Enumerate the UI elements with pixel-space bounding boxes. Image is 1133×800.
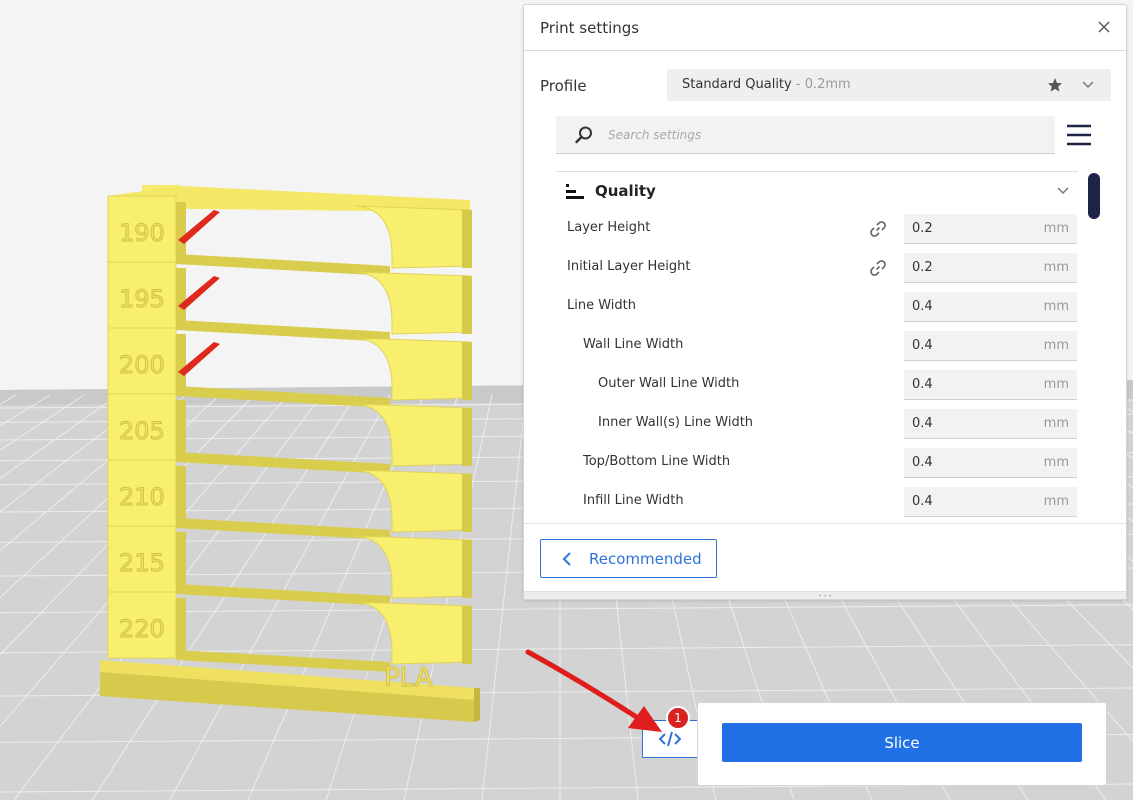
setting-unit: mm [1043,416,1069,431]
category-title: Quality [595,182,656,200]
setting-unit: mm [1043,455,1069,470]
star-icon[interactable] [1047,77,1063,93]
setting-value: 0.4 [912,299,933,314]
layers-icon [566,184,584,199]
setting-label: Initial Layer Height [567,259,691,274]
setting-value-field[interactable]: 0.2 mm [904,214,1077,244]
temperature-label: 205 [119,417,165,445]
settings-list[interactable]: Quality Layer Height 0.2 mm Initial Layer H… [556,171,1078,521]
temperature-label: 210 [119,483,165,511]
hamburger-menu-icon[interactable] [1066,123,1092,147]
link-icon[interactable] [868,219,888,239]
temperature-label: 220 [119,615,165,643]
setting-row: Outer Wall Line Width 0.4 mm [556,366,1078,405]
setting-unit: mm [1043,221,1069,236]
profile-name-text: Standard Quality [682,77,792,92]
setting-value: 0.2 [912,221,933,236]
tower-right-block [354,271,471,335]
setting-value-field[interactable]: 0.4 mm [904,370,1077,400]
setting-label: Wall Line Width [583,337,684,352]
setting-label: Inner Wall(s) Line Width [598,415,754,430]
setting-value-field[interactable]: 0.4 mm [904,292,1077,322]
setting-value: 0.4 [912,455,933,470]
temperature-label: 215 [119,549,165,577]
temperature-tower-model[interactable]: 190 195 200 205 210 215 220 PLA [100,185,480,722]
panel-title: Print settings [540,19,640,37]
profile-label: Profile [540,77,587,95]
chevron-left-icon [562,552,571,566]
recommended-label: Recommended [589,550,702,568]
setting-unit: mm [1043,338,1069,353]
setting-value-field[interactable]: 0.2 mm [904,253,1077,283]
setting-unit: mm [1043,260,1069,275]
close-icon [1098,21,1110,33]
slice-button[interactable]: Slice [722,723,1082,762]
close-button[interactable] [1094,17,1114,37]
setting-row: Inner Wall(s) Line Width 0.4 mm [556,405,1078,444]
tower-right-block [354,205,471,269]
setting-value-field[interactable]: 0.4 mm [904,487,1077,517]
print-settings-panel: Print settings Profile Standard Quality … [523,4,1127,600]
panel-header: Print settings [524,5,1126,51]
setting-value-field[interactable]: 0.4 mm [904,409,1077,439]
setting-unit: mm [1043,299,1069,314]
panel-divider [524,523,1126,524]
setting-row: Infill Line Width 0.4 mm [556,483,1078,521]
setting-value: 0.4 [912,494,933,509]
setting-row: Line Width 0.4 mm [556,288,1078,327]
setting-value-field[interactable]: 0.4 mm [904,448,1077,478]
recommended-button[interactable]: Recommended [540,539,717,578]
chevron-down-icon [1082,81,1094,89]
setting-unit: mm [1043,494,1069,509]
setting-unit: mm [1043,377,1069,392]
link-icon[interactable] [868,258,888,278]
search-icon [575,126,592,144]
profile-dropdown[interactable]: Standard Quality - 0.2mm [667,69,1111,101]
panel-resize-handle[interactable] [524,591,1126,599]
setting-value-field[interactable]: 0.4 mm [904,331,1077,361]
setting-label: Outer Wall Line Width [598,376,740,391]
setting-value: 0.2 [912,260,933,275]
setting-label: Line Width [567,298,636,313]
setting-label: Infill Line Width [583,493,684,508]
category-header-quality[interactable]: Quality [556,172,1078,210]
temperature-label: 195 [119,285,165,313]
search-box [556,116,1055,154]
setting-label: Layer Height [567,220,651,235]
setting-row: Top/Bottom Line Width 0.4 mm [556,444,1078,483]
notification-badge: 1 [666,706,690,730]
setting-value: 0.4 [912,416,933,431]
setting-label: Top/Bottom Line Width [583,454,731,469]
code-icon [659,731,681,747]
profile-name: Standard Quality - 0.2mm [682,77,851,92]
setting-row: Layer Height 0.2 mm [556,210,1078,249]
setting-row: Initial Layer Height 0.2 mm [556,249,1078,288]
setting-value: 0.4 [912,338,933,353]
drag-grip-icon [819,594,831,597]
search-input[interactable] [608,124,1038,146]
settings-scrollbar-thumb[interactable] [1088,173,1100,219]
temperature-label: 190 [119,219,165,247]
temperature-label: 200 [119,351,165,379]
profile-layer-height: - 0.2mm [791,77,851,92]
slice-panel: Slice [697,702,1107,786]
setting-row: Wall Line Width 0.4 mm [556,327,1078,366]
setting-value: 0.4 [912,377,933,392]
chevron-down-icon [1057,187,1069,195]
material-label: PLA [384,663,433,693]
